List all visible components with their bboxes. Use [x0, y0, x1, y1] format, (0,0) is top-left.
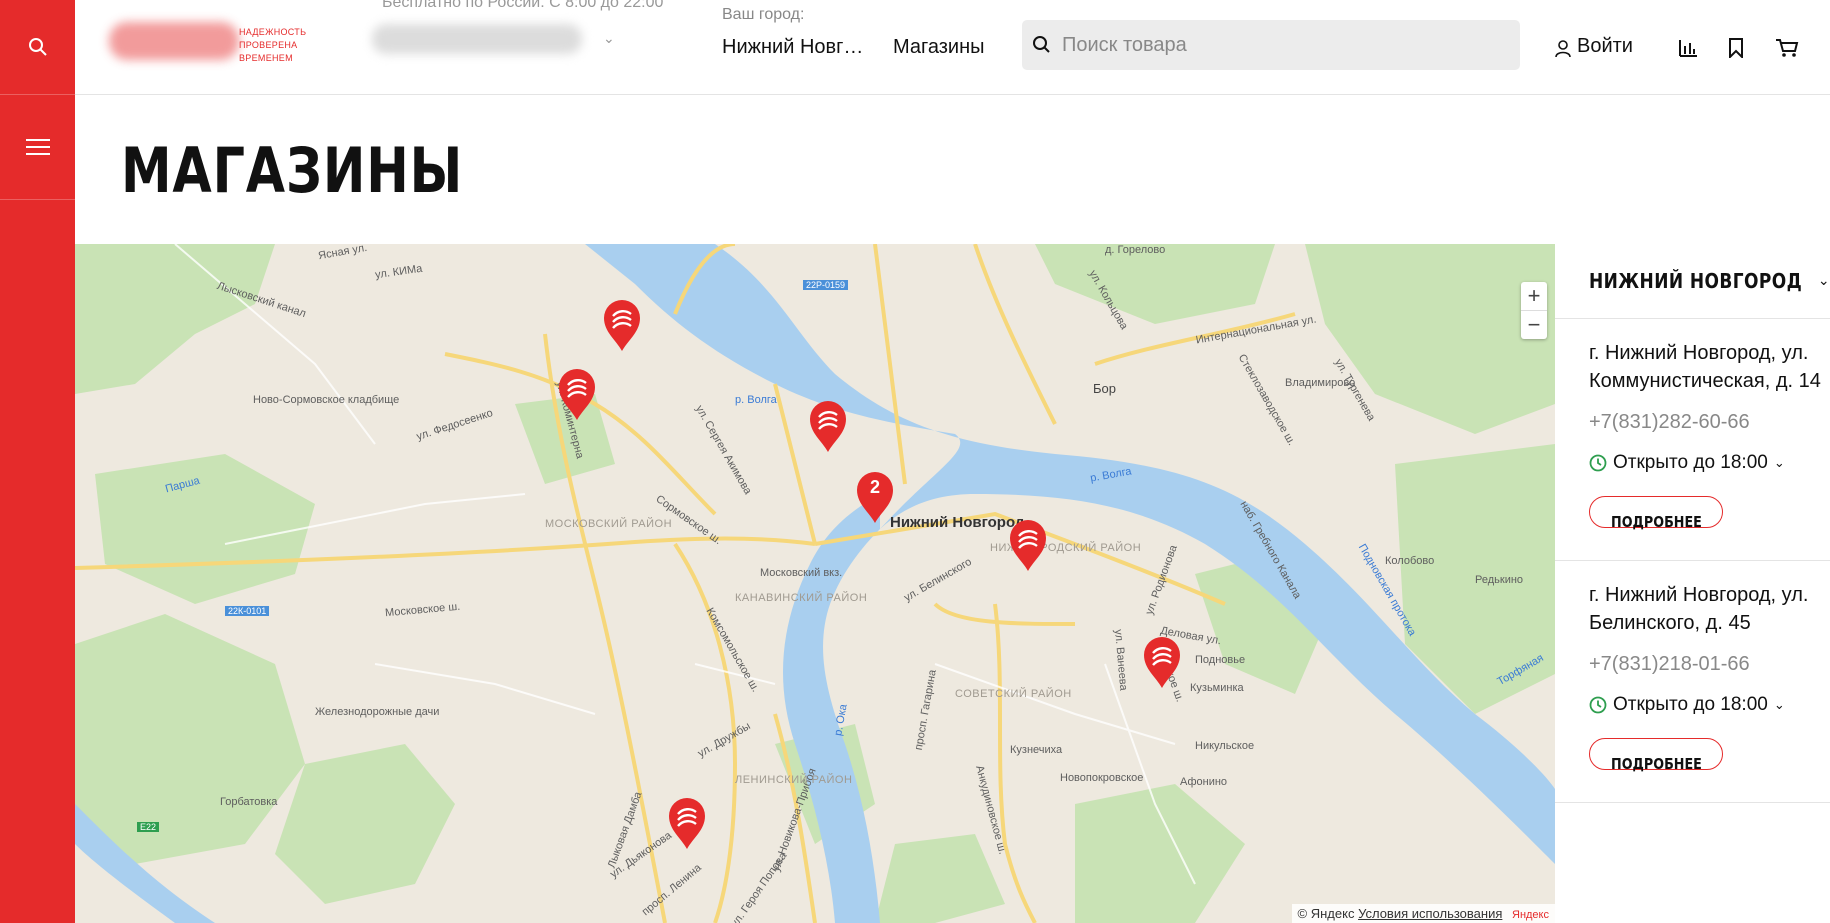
- store-address: г. Нижний Новгород, ул. Коммунистическая…: [1589, 342, 1821, 392]
- town-label: д. Горелово: [1105, 244, 1166, 256]
- logo[interactable]: НАДЕЖНОСТЬ ПРОВЕРЕНА ВРЕМЕНЕМ: [101, 8, 306, 78]
- page-title: МАГАЗИНЫ: [121, 134, 464, 207]
- yandex-logo: Яндекс: [1512, 909, 1549, 921]
- store-hours[interactable]: Открыто до 18:00 ⌄: [1589, 694, 1830, 716]
- town-label: Подновье: [1195, 654, 1246, 666]
- store-pin[interactable]: [1142, 635, 1182, 689]
- map-attribution: © Яндекс Условия использования Яндекс: [1291, 904, 1555, 923]
- city-dropdown[interactable]: НИЖНИЙ НОВГОРОД ⌄: [1555, 244, 1830, 319]
- terms-link[interactable]: Условия использования: [1358, 906, 1502, 921]
- site-header: НАДЕЖНОСТЬ ПРОВЕРЕНА ВРЕМЕНЕМ Бесплатно по…: [75, 0, 1830, 95]
- district-label: СОВЕТСКИЙ РАЙОН: [955, 688, 1072, 700]
- town-label: Владимирово: [1285, 377, 1356, 389]
- chevron-down-icon: ⌄: [1773, 455, 1785, 470]
- place-label: Железнодорожные дачи: [315, 706, 440, 718]
- search-input[interactable]: [1060, 26, 1504, 64]
- details-button[interactable]: ПОДРОБНЕЕ: [1589, 496, 1723, 531]
- store-pin[interactable]: [667, 796, 707, 850]
- phone-number-blurred: [372, 24, 582, 54]
- phone-dropdown[interactable]: ⌄: [366, 18, 636, 62]
- search-icon: [1033, 36, 1050, 53]
- map-zoom-control: + −: [1521, 282, 1547, 339]
- store-address: г. Нижний Новгород, ул. Белинского, д. 4…: [1589, 584, 1809, 634]
- city-selector[interactable]: Нижний Новг…: [722, 36, 863, 59]
- chevron-down-icon: ⌄: [603, 30, 615, 46]
- side-rail: [0, 0, 75, 923]
- town-label: Кузьминка: [1190, 682, 1244, 694]
- store-pin[interactable]: [602, 298, 642, 352]
- clock-icon: [1589, 454, 1607, 472]
- details-button-label: ПОДРОБНЕЕ: [1610, 755, 1702, 773]
- district-label: КАНАВИНСКИЙ РАЙОН: [735, 592, 868, 604]
- store-map[interactable]: Ясная ул. ул. КИМа Лысковский канал Ново…: [75, 244, 1555, 923]
- town-label: Кузнечиха: [1010, 744, 1063, 756]
- river-label: р. Волга: [735, 394, 777, 406]
- hotline-text: Бесплатно по России. С 8:00 до 22:00: [382, 0, 664, 11]
- road-shield: Е22: [137, 822, 160, 832]
- store-hours-label: Открыто до 18:00: [1613, 452, 1768, 473]
- login-label: Войти: [1577, 34, 1633, 57]
- logo-mark: [109, 22, 239, 60]
- store-list-panel: НИЖНИЙ НОВГОРОД ⌄ г. Нижний Новгород, ул…: [1555, 244, 1830, 923]
- cart-icon[interactable]: [1775, 38, 1799, 58]
- town-label: Колобово: [1385, 555, 1435, 567]
- clock-icon: [1589, 696, 1607, 714]
- station-label: Московский вкз.: [760, 567, 843, 579]
- town-label: Горбатовка: [220, 796, 278, 808]
- store-card: г. Нижний Новгород, ул. Коммунистическая…: [1555, 319, 1830, 561]
- town-label: Афонино: [1180, 776, 1228, 788]
- store-hours[interactable]: Открыто до 18:00 ⌄: [1589, 452, 1830, 474]
- search-bar: [1022, 20, 1520, 70]
- logo-tagline-line: ПРОВЕРЕНА: [239, 40, 298, 50]
- city-label: Нижний Новгород: [890, 514, 1025, 531]
- zoom-out-button[interactable]: −: [1521, 310, 1547, 339]
- menu-icon: [25, 139, 50, 155]
- store-pin[interactable]: [808, 399, 848, 453]
- compare-icon[interactable]: [1678, 38, 1698, 58]
- details-button-label: ПОДРОБНЕЕ: [1610, 513, 1702, 531]
- logo-tagline: НАДЕЖНОСТЬ ПРОВЕРЕНА ВРЕМЕНЕМ: [239, 26, 306, 65]
- stores-link[interactable]: Магазины: [893, 36, 985, 59]
- details-button[interactable]: ПОДРОБНЕЕ: [1589, 738, 1723, 773]
- town-label: Новопокровское: [1060, 772, 1144, 784]
- user-icon: [1555, 40, 1571, 58]
- store-phone[interactable]: +7(831)282-60-66: [1589, 411, 1830, 434]
- road-shield: 22Р-0159: [803, 280, 849, 290]
- place-label: Ново-Сормовское кладбище: [253, 394, 400, 406]
- rail-menu-button[interactable]: [0, 95, 75, 200]
- store-pin[interactable]: [557, 367, 597, 421]
- store-card: г. Нижний Новгород, ул. Белинского, д. 4…: [1555, 561, 1830, 803]
- district-label: МОСКОВСКИЙ РАЙОН: [545, 518, 673, 530]
- cluster-count: 2: [869, 477, 880, 497]
- bookmark-icon[interactable]: [1728, 38, 1744, 58]
- city-dropdown-label: НИЖНИЙ НОВГОРОД: [1589, 269, 1803, 293]
- town-label: Бор: [1093, 381, 1116, 396]
- road-shield: 22К-0101: [225, 606, 270, 616]
- store-pin[interactable]: [1008, 518, 1048, 572]
- city-label: Ваш город:: [722, 6, 805, 23]
- search-icon: [28, 38, 47, 56]
- town-label: Никульское: [1195, 740, 1255, 752]
- town-label: Редькино: [1475, 574, 1524, 586]
- chevron-down-icon: ⌄: [1773, 697, 1785, 712]
- rail-search-button[interactable]: [0, 0, 75, 95]
- store-cluster-pin[interactable]: 2: [855, 470, 895, 524]
- store-hours-label: Открыто до 18:00: [1613, 694, 1768, 715]
- copyright-text: © Яндекс: [1297, 906, 1355, 921]
- chevron-down-icon: ⌄: [1817, 273, 1830, 289]
- district-label: ЛЕНИНСКИЙ РАЙОН: [735, 774, 853, 786]
- map-base: [75, 244, 1555, 923]
- store-phone[interactable]: +7(831)218-01-66: [1589, 653, 1830, 676]
- login-button[interactable]: Войти: [1555, 34, 1633, 58]
- logo-tagline-line: НАДЕЖНОСТЬ: [239, 27, 307, 37]
- zoom-in-button[interactable]: +: [1521, 282, 1547, 310]
- logo-tagline-line: ВРЕМЕНЕМ: [239, 53, 293, 63]
